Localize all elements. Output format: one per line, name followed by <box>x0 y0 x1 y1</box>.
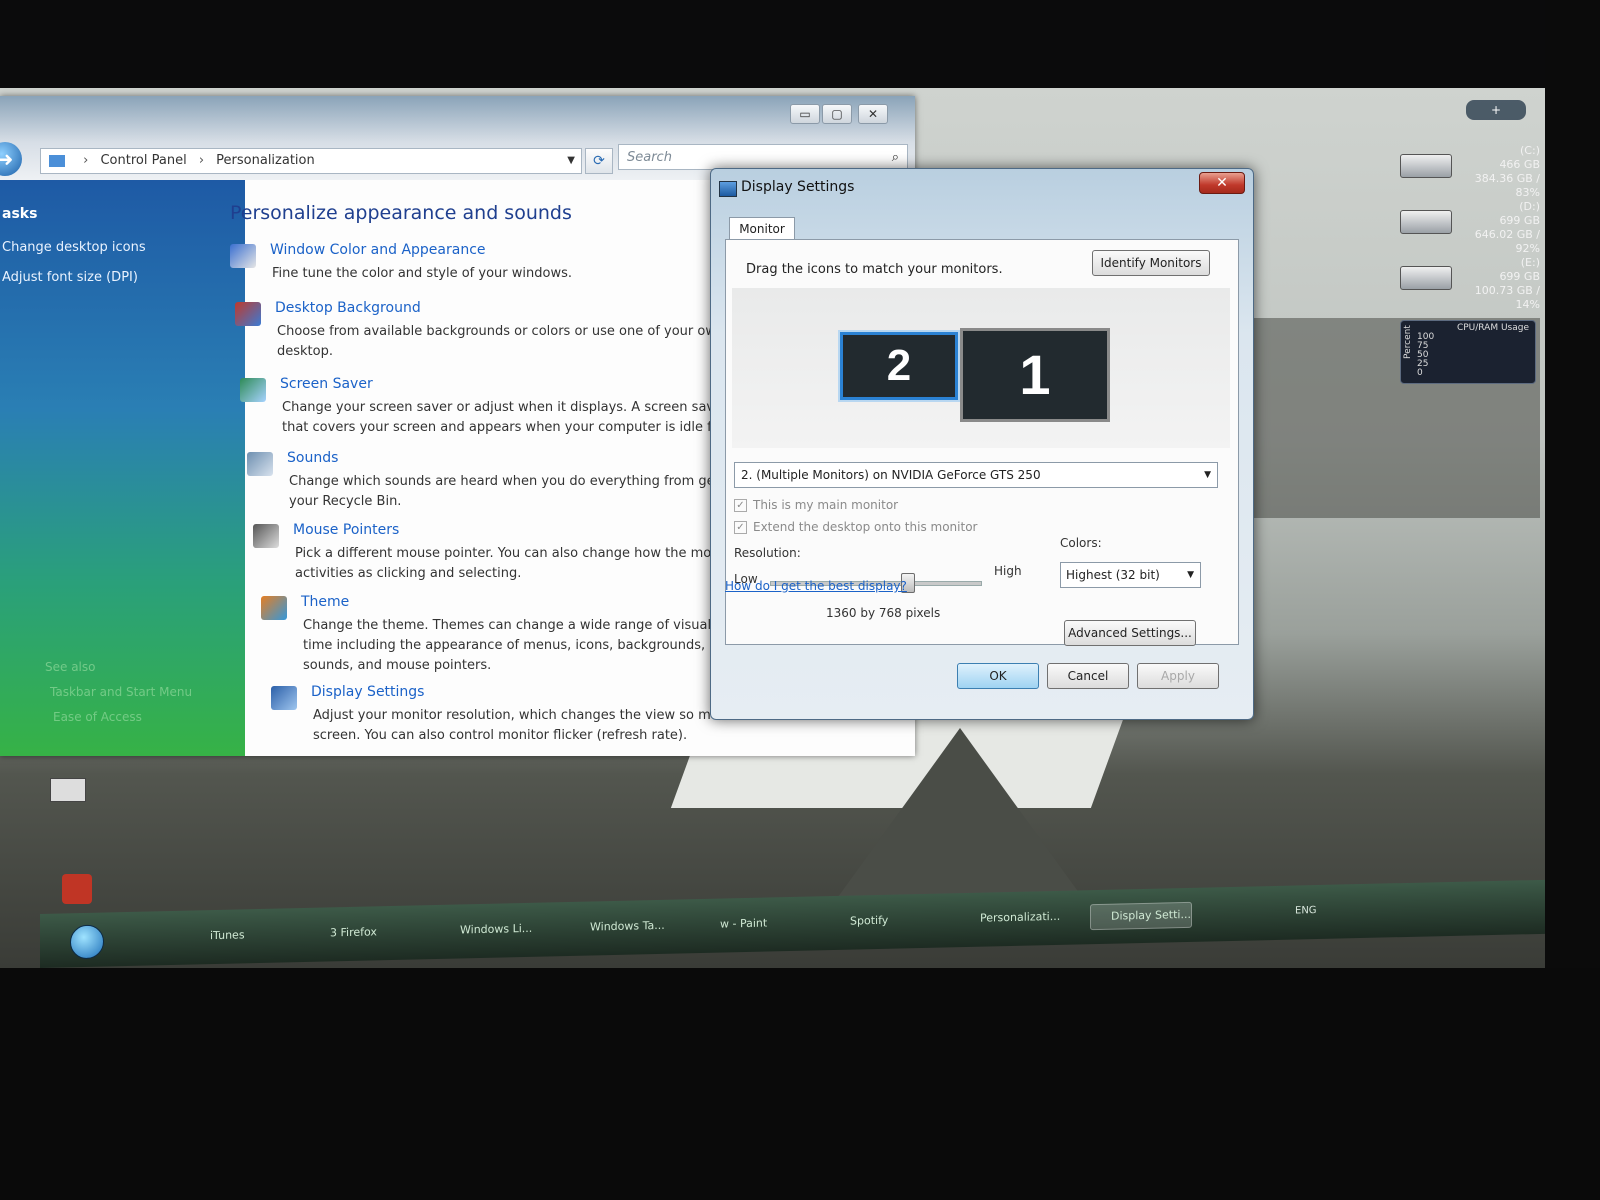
taskbar-item-paint[interactable]: w - Paint <box>700 911 767 937</box>
gadget-add-button[interactable]: + <box>1466 100 1526 120</box>
link-mouse-pointers[interactable]: Mouse Pointers <box>293 522 399 538</box>
taskbar-item-personalization[interactable]: Personalizati... <box>960 905 1060 931</box>
hard-drive-icon <box>1400 266 1452 290</box>
taskbar-item-spotify[interactable]: Spotify <box>830 909 888 934</box>
refresh-button[interactable]: ⟳ <box>585 148 613 174</box>
monitor-2-tile[interactable]: 2 <box>838 330 960 402</box>
sidebar-link-font-size[interactable]: Adjust font size (DPI) <box>2 270 138 285</box>
dialog-close-button[interactable]: ✕ <box>1199 172 1245 194</box>
display-settings-dialog[interactable]: Display Settings ✕ Monitor Drag the icon… <box>710 168 1254 720</box>
display-settings-icon <box>719 181 737 197</box>
minimize-button[interactable]: ▭ <box>790 104 820 124</box>
tasks-sidebar: asks Change desktop icons Adjust font si… <box>0 180 245 756</box>
monitor-bezel-bottom <box>0 968 1600 1200</box>
link-desktop-background[interactable]: Desktop Background <box>275 300 421 316</box>
monitor-arrangement: 2 1 <box>732 288 1230 448</box>
colors-select[interactable]: Highest (32 bit) ▼ <box>1060 562 1201 588</box>
apply-button[interactable]: Apply <box>1137 663 1219 689</box>
main-monitor-checkbox[interactable]: ✓ This is my main monitor <box>734 498 898 512</box>
taskbar-item-firefox[interactable]: 3 Firefox <box>310 920 377 946</box>
drive-gadget-d[interactable]: (D:) 699 GB 646.02 GB / 92% <box>1400 200 1540 255</box>
taskbar-item-itunes[interactable]: iTunes <box>190 923 245 948</box>
sidebar-link-desktop-icons[interactable]: Change desktop icons <box>2 240 146 255</box>
control-panel-icon <box>49 154 65 167</box>
link-display-settings[interactable]: Display Settings <box>311 684 424 700</box>
sidebar-link-ease-of-access[interactable]: Ease of Access <box>53 710 142 724</box>
cpu-gadget-title: CPU/RAM Usage <box>1456 323 1529 333</box>
address-bar[interactable]: › Control Panel › Personalization ▼ <box>40 148 582 174</box>
start-button[interactable] <box>70 924 104 960</box>
screen-saver-icon <box>240 378 266 402</box>
close-button[interactable]: ✕ <box>858 104 888 124</box>
tab-monitor[interactable]: Monitor <box>729 217 795 240</box>
link-sounds[interactable]: Sounds <box>287 450 338 466</box>
display-icon <box>271 686 297 710</box>
tray-language[interactable]: ENG <box>1295 905 1317 916</box>
mouse-pointer-icon <box>253 524 279 548</box>
page-title: Personalize appearance and sounds <box>230 202 572 224</box>
cancel-button[interactable]: Cancel <box>1047 663 1129 689</box>
hard-drive-icon <box>1400 154 1452 178</box>
sidebar-heading: asks <box>2 206 38 222</box>
system-tray[interactable]: ENG <box>1295 894 1535 923</box>
cpu-axis-label: Percent <box>1403 325 1413 359</box>
chevron-right-icon: › <box>83 153 89 168</box>
desktop-background-icon <box>235 302 261 326</box>
speaker-icon <box>247 452 273 476</box>
link-screen-saver[interactable]: Screen Saver <box>280 376 373 392</box>
resolution-high-label: High <box>994 564 1022 578</box>
back-arrow-icon: ➜ <box>0 147 14 171</box>
drive-gadget-e[interactable]: (E:) 699 GB 100.73 GB / 14% <box>1400 256 1540 311</box>
checkbox-check-icon: ✓ <box>734 521 747 534</box>
back-button[interactable]: ➜ <box>0 142 22 176</box>
monitor-screen: ▭ ▢ ✕ ➜ › Control Panel › Personalizatio… <box>0 88 1545 968</box>
taskbar-item-display-settings[interactable]: Display Setti... <box>1090 901 1192 931</box>
identify-monitors-button[interactable]: Identify Monitors <box>1092 250 1210 276</box>
checkbox-check-icon: ✓ <box>734 499 747 512</box>
taskbar-item-windows-task[interactable]: Windows Ta... <box>570 914 665 940</box>
extend-desktop-checkbox[interactable]: ✓ Extend the desktop onto this monitor <box>734 520 977 534</box>
help-link[interactable]: How do I get the best display? <box>725 579 907 593</box>
chevron-down-icon: ▼ <box>1187 570 1194 580</box>
desktop-shortcut-icon[interactable] <box>62 874 92 904</box>
refresh-icon: ⟳ <box>593 153 605 169</box>
chevron-down-icon: ▼ <box>1204 470 1211 480</box>
link-theme[interactable]: Theme <box>301 594 349 610</box>
search-placeholder: Search <box>627 150 672 165</box>
maximize-button[interactable]: ▢ <box>822 104 852 124</box>
monitor-select-value: 2. (Multiple Monitors) on NVIDIA GeForce… <box>741 468 1041 482</box>
monitor-1-tile[interactable]: 1 <box>960 328 1110 422</box>
drive-gadget-c[interactable]: (C:) 466 GB 384.36 GB / 83% <box>1400 144 1540 199</box>
window-color-icon <box>230 244 256 268</box>
drag-instruction: Drag the icons to match your monitors. <box>746 262 1003 277</box>
desktop-shortcut-icon[interactable] <box>50 778 86 802</box>
link-window-color[interactable]: Window Color and Appearance <box>270 242 486 258</box>
colors-label: Colors: <box>1060 536 1102 550</box>
taskbar-item-windows-live[interactable]: Windows Li... <box>440 917 532 943</box>
colors-select-value: Highest (32 bit) <box>1066 568 1160 582</box>
cpu-ram-gadget[interactable]: CPU/RAM Usage Percent 100 75 50 25 0 <box>1400 320 1536 384</box>
sidebar-link-taskbar[interactable]: Taskbar and Start Menu <box>50 685 192 699</box>
theme-icon <box>261 596 287 620</box>
see-also-heading: See also <box>45 660 96 674</box>
dialog-title: Display Settings <box>741 179 855 195</box>
search-input[interactable]: Search ⌕ <box>618 144 908 170</box>
breadcrumb-personalization[interactable]: Personalization <box>216 153 315 168</box>
resolution-value: 1360 by 768 pixels <box>826 606 941 620</box>
resolution-label: Resolution: <box>734 546 801 560</box>
cpu-axis-ticks: 100 75 50 25 0 <box>1417 332 1435 378</box>
hard-drive-icon <box>1400 210 1452 234</box>
breadcrumb-control-panel[interactable]: Control Panel <box>100 153 186 168</box>
chevron-right-icon: › <box>198 153 205 168</box>
advanced-settings-button[interactable]: Advanced Settings... <box>1064 620 1196 646</box>
chevron-down-icon[interactable]: ▼ <box>567 149 575 173</box>
ok-button[interactable]: OK <box>957 663 1039 689</box>
monitor-select[interactable]: 2. (Multiple Monitors) on NVIDIA GeForce… <box>734 462 1218 488</box>
taskbar: iTunes 3 Firefox Windows Li... Windows T… <box>40 879 1545 968</box>
